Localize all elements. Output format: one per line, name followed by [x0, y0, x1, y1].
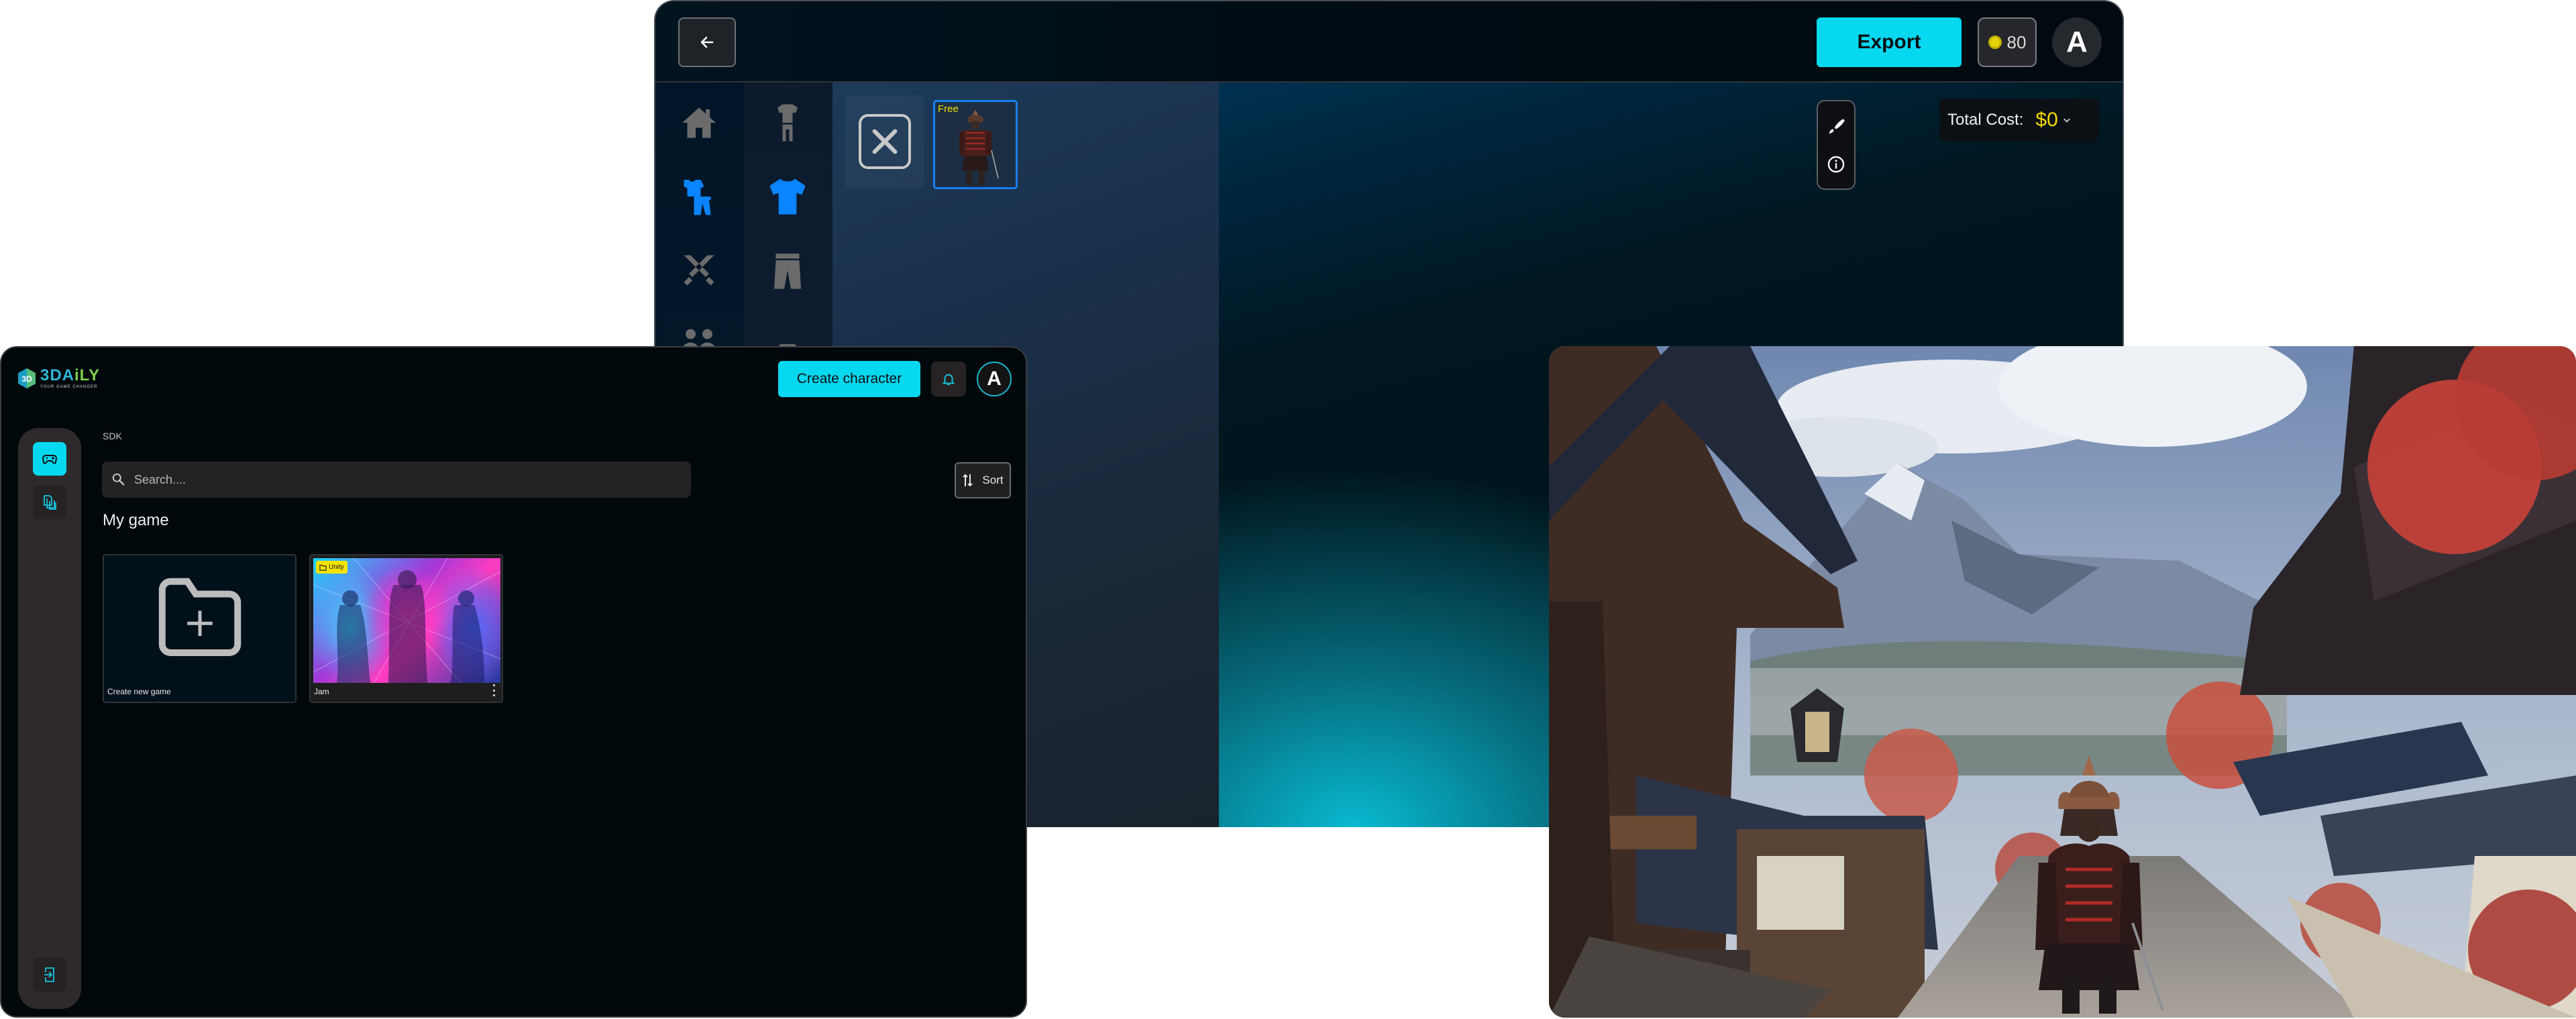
- scene-preview-image: [1549, 346, 2576, 1018]
- folder-add-icon: [158, 578, 241, 656]
- chevron-down-icon: [2063, 118, 2070, 123]
- subcategory-bottom[interactable]: [764, 247, 811, 294]
- logo-mark-icon: 3D: [18, 368, 36, 388]
- logo-tagline: YOUR GAME CHANGER: [40, 385, 98, 389]
- logo-name-main: 3DA: [40, 366, 75, 384]
- shirt-icon: [769, 178, 806, 215]
- dashboard-window: 3D 3DAiLY YOUR GAME CHANGER Create chara…: [0, 346, 1027, 1018]
- logout-button[interactable]: [33, 958, 66, 991]
- logo-name-accent: iLY: [74, 366, 101, 384]
- paint-tool-button[interactable]: [1818, 108, 1854, 146]
- samurai-thumbnail: [959, 110, 999, 185]
- logout-icon: [44, 967, 54, 982]
- avatar[interactable]: A: [2052, 17, 2102, 67]
- notifications-button[interactable]: [931, 362, 966, 396]
- breadcrumb[interactable]: SDK: [103, 431, 122, 441]
- category-home[interactable]: [676, 99, 722, 146]
- coin-balance[interactable]: 80: [1978, 17, 2037, 67]
- total-cost-value: $0: [2035, 109, 2058, 131]
- bell-icon: [942, 374, 955, 386]
- arrow-left-icon: [700, 36, 714, 48]
- category-outfit[interactable]: [676, 173, 722, 220]
- close-icon: [859, 114, 911, 169]
- sidebar-item-docs[interactable]: [33, 486, 66, 519]
- svg-text:3D: 3D: [21, 374, 32, 384]
- gamepad-icon: [42, 455, 58, 464]
- info-button[interactable]: [1818, 146, 1854, 183]
- total-cost-label: Total Cost:: [1947, 111, 2024, 129]
- search-icon: [112, 473, 125, 486]
- folder-icon: [319, 564, 327, 571]
- village-scene-illustration: [1549, 346, 2576, 1018]
- pants-icon: [774, 254, 801, 289]
- engine-label: Unity: [329, 564, 344, 571]
- coin-icon: [1988, 36, 2002, 49]
- export-button[interactable]: Export: [1817, 17, 1962, 67]
- item-none[interactable]: [845, 95, 924, 188]
- sort-button[interactable]: Sort: [955, 462, 1011, 498]
- logo[interactable]: 3D 3DAiLY YOUR GAME CHANGER: [17, 368, 100, 389]
- item-samurai-armor[interactable]: Free: [933, 100, 1018, 189]
- more-options-icon[interactable]: [491, 684, 496, 696]
- sort-label: Sort: [982, 474, 1004, 486]
- game-card[interactable]: Unity Jam: [309, 554, 503, 703]
- brush-icon: [1829, 119, 1845, 134]
- game-card-title: Create new game: [107, 687, 171, 696]
- search-placeholder: Search....: [134, 472, 186, 486]
- create-character-button[interactable]: Create character: [778, 361, 920, 397]
- total-cost-dropdown[interactable]: Total Cost: $0: [1939, 99, 2099, 142]
- documents-icon: [44, 495, 56, 510]
- sidebar: [18, 428, 81, 1009]
- game-card-title: Jam: [314, 687, 329, 696]
- coin-count: 80: [2006, 32, 2027, 52]
- category-weapons[interactable]: [676, 247, 722, 294]
- avatar[interactable]: A: [977, 362, 1012, 396]
- home-icon: [682, 107, 716, 138]
- editor-header: Export 80 A: [655, 1, 2123, 83]
- tool-palette: [1817, 100, 1856, 190]
- info-icon: [1827, 156, 1845, 173]
- outfit-icon: [684, 180, 711, 215]
- logo-name: 3DAiLY: [40, 368, 100, 384]
- sidebar-item-games[interactable]: [33, 442, 66, 476]
- create-new-game-card[interactable]: Create new game: [103, 554, 297, 703]
- search-input[interactable]: Search....: [102, 462, 691, 498]
- back-button[interactable]: [678, 17, 736, 67]
- section-title: My game: [103, 511, 169, 529]
- subcategory-full-outfit[interactable]: [764, 99, 811, 146]
- full-outfit-icon: [777, 104, 798, 142]
- sort-icon: [963, 474, 973, 487]
- subcategory-top[interactable]: [764, 173, 811, 220]
- weapons-icon: [684, 255, 714, 286]
- game-thumbnail: Unity: [313, 558, 500, 683]
- engine-badge: Unity: [316, 561, 347, 574]
